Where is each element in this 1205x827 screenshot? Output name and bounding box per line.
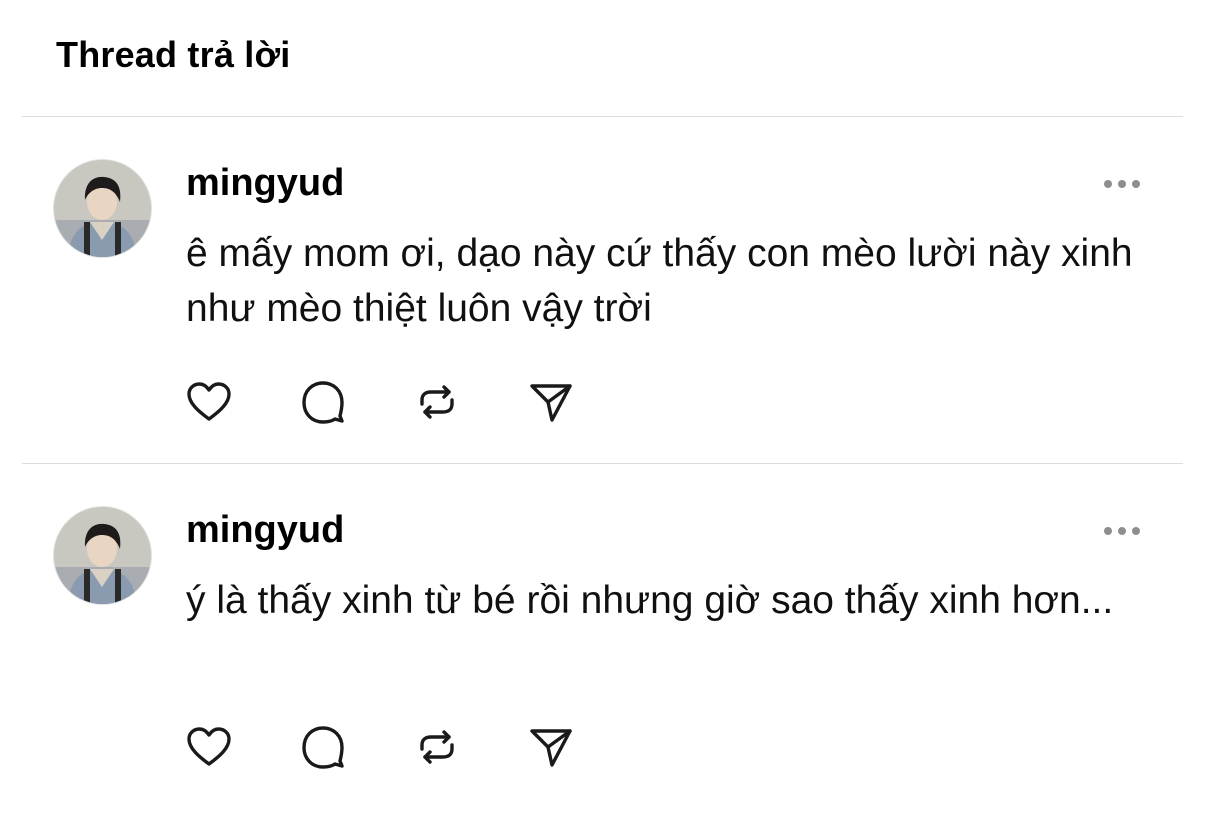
divider (22, 463, 1183, 464)
heart-icon (187, 727, 231, 766)
send-icon (530, 384, 572, 422)
repost-icon (420, 385, 454, 419)
divider (22, 116, 1183, 117)
like-button[interactable] (184, 723, 234, 771)
username[interactable]: mingyud (186, 509, 344, 552)
page-title: Thread trả lời (56, 34, 291, 75)
reply-button[interactable] (298, 723, 348, 771)
post-text: ý là thấy xinh từ bé rồi nhưng giờ sao t… (186, 579, 1114, 622)
repost-icon (420, 730, 454, 764)
send-icon (530, 729, 572, 767)
post-actions (184, 723, 576, 771)
avatar[interactable] (54, 507, 151, 604)
avatar-image (54, 160, 151, 257)
share-button[interactable] (526, 378, 576, 426)
post-text: ê mấy mom ơi, dạo này cứ thấy con mèo lư… (186, 232, 1133, 330)
reply-button[interactable] (298, 378, 348, 426)
like-button[interactable] (184, 378, 234, 426)
comment-icon (302, 381, 344, 424)
more-options-icon[interactable] (1102, 178, 1142, 190)
thread-post: mingyud ý là thấy xinh từ bé rồi nhưng g… (0, 507, 1205, 827)
thread-post: mingyud ê mấy mom ơi, dạo này cứ thấy co… (0, 160, 1205, 480)
avatar[interactable] (54, 160, 151, 257)
comment-icon (302, 726, 344, 769)
more-options-icon[interactable] (1102, 525, 1142, 537)
post-actions (184, 378, 576, 426)
heart-icon (187, 382, 231, 421)
avatar-image (54, 507, 151, 604)
share-button[interactable] (526, 723, 576, 771)
repost-button[interactable] (412, 723, 462, 771)
repost-button[interactable] (412, 378, 462, 426)
username[interactable]: mingyud (186, 162, 344, 205)
